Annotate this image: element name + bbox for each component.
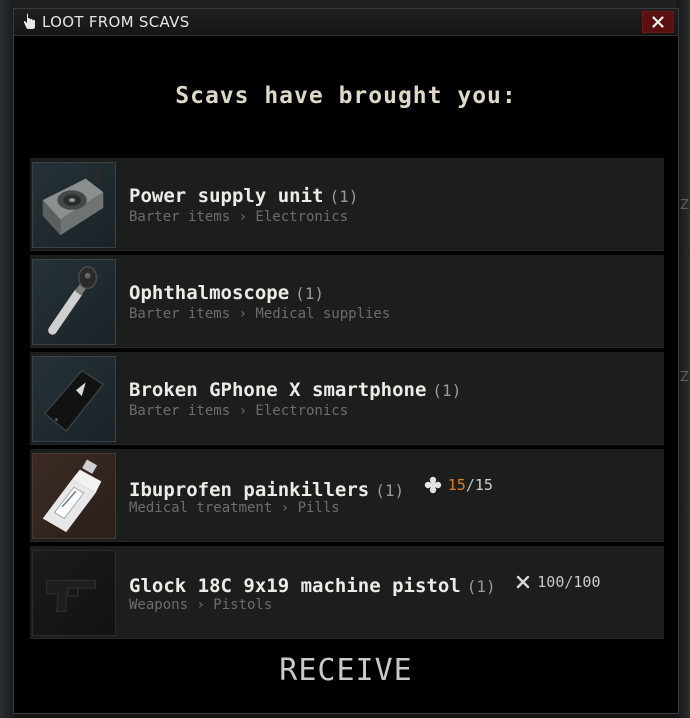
item-name: Power supply unit — [129, 185, 324, 207]
loot-list: Power supply unit (1) Barter items › Elec… — [30, 158, 664, 643]
smartphone-icon — [32, 356, 116, 442]
background-letter: Z — [680, 198, 689, 213]
stat-current: 100 — [537, 573, 565, 591]
receive-button[interactable]: RECEIVE — [14, 653, 678, 688]
durability-wrench-icon — [517, 575, 530, 589]
item-count: (1) — [329, 187, 359, 206]
item-category: Weapons › Pistols — [129, 597, 273, 613]
window-title: LOOT FROM SCAVS — [42, 13, 190, 31]
item-durability-stat: 100/100 — [515, 573, 601, 591]
list-item[interactable]: Ophthalmoscope (1) Barter items › Medical… — [30, 255, 664, 348]
pistol-icon — [32, 550, 116, 636]
list-item[interactable]: Power supply unit (1) Barter items › Elec… — [30, 158, 664, 251]
stat-current: 15 — [447, 476, 466, 494]
stat-separator: / — [564, 573, 574, 591]
medical-cross-icon — [424, 476, 441, 494]
list-item[interactable]: Broken GPhone X smartphone (1) Barter ite… — [30, 352, 664, 445]
item-category: Barter items › Electronics — [129, 403, 349, 419]
item-category: Barter items › Electronics — [129, 209, 349, 225]
hand-icon — [23, 13, 35, 29]
item-count: (1) — [466, 577, 496, 596]
background-letter: Z — [680, 370, 689, 385]
item-count: (1) — [375, 481, 405, 500]
window-titlebar[interactable]: LOOT FROM SCAVS — [14, 9, 678, 36]
item-resource-stat: 15/15 — [424, 476, 493, 494]
item-category: Barter items › Medical supplies — [129, 306, 391, 322]
item-name: Broken GPhone X smartphone — [129, 379, 427, 401]
item-count: (1) — [295, 284, 325, 303]
list-item[interactable]: Ibuprofen painkillers (1) 15/15 Medical t… — [30, 449, 664, 542]
item-name: Glock 18C 9x19 machine pistol — [129, 575, 461, 597]
close-button[interactable] — [642, 11, 674, 33]
item-name: Ibuprofen painkillers — [129, 479, 370, 501]
list-item[interactable]: Glock 18C 9x19 machine pistol (1) 100/100… — [30, 546, 664, 639]
close-icon — [652, 16, 664, 28]
pill-bottle-icon — [32, 453, 116, 539]
item-count: (1) — [432, 381, 462, 400]
loot-window: LOOT FROM SCAVS Scavs have brought you: — [13, 8, 679, 714]
item-name: Ophthalmoscope — [129, 282, 290, 304]
background-top-strip — [0, 0, 690, 8]
stat-max: 15 — [474, 476, 493, 494]
background-left-strip — [0, 0, 14, 718]
loot-heading: Scavs have brought you: — [175, 83, 517, 109]
stat-separator: / — [465, 476, 475, 494]
stat-max: 100 — [573, 573, 601, 591]
item-category: Medical treatment › Pills — [129, 500, 340, 516]
power-supply-icon — [32, 162, 116, 248]
ophthalmoscope-icon — [32, 259, 116, 345]
